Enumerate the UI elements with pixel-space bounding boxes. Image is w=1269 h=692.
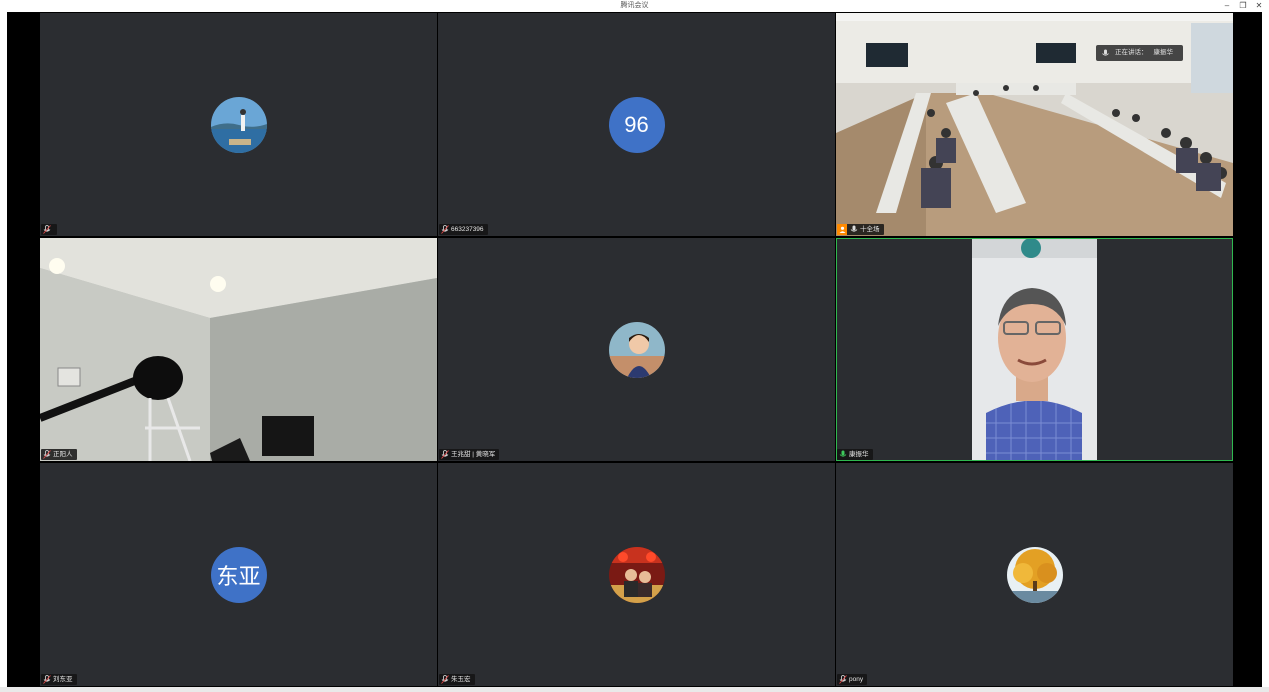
participant-avatar [608, 321, 665, 378]
participant-tile[interactable]: 朱玉宏 [438, 463, 835, 686]
participant-video-tile[interactable]: 正阳人 [40, 238, 437, 461]
participant-tile[interactable]: 东亚 刘东亚 [40, 463, 437, 686]
host-icon [837, 224, 847, 235]
mic-muted-icon [43, 450, 51, 459]
participant-video-tile[interactable]: 正在讲话： 康振华 十全场 [836, 13, 1233, 236]
mic-muted-icon [441, 675, 449, 684]
room-ceiling-video [40, 238, 437, 461]
participant-avatar [608, 546, 665, 603]
mic-muted-icon [441, 450, 449, 459]
participant-tile[interactable]: pony [836, 463, 1233, 686]
participant-name: 康振华 [849, 451, 869, 458]
window-title: 腾讯会议 [620, 2, 649, 9]
participant-nametag: 正阳人 [41, 449, 77, 460]
participant-nametag: pony [837, 674, 868, 685]
restore-button[interactable]: ❐ [1236, 0, 1250, 12]
child-photo-avatar-icon [608, 321, 665, 378]
participant-name: 王兆甜 | 黄晓军 [451, 451, 496, 458]
participant-name: 正阳人 [53, 451, 73, 458]
close-button[interactable]: ✕ [1252, 0, 1266, 12]
mic-muted-icon [43, 225, 51, 234]
participant-nametag [41, 224, 57, 235]
participant-video-tile-active[interactable]: 康振华 [836, 238, 1233, 461]
active-speaker-banner: 正在讲话： 康振华 [1096, 45, 1183, 61]
participant-avatar [1006, 546, 1063, 603]
participant-name: 刘东亚 [53, 676, 73, 683]
participant-tile[interactable] [40, 13, 437, 236]
mic-icon [850, 225, 858, 232]
participant-name: 663237396 [451, 226, 484, 233]
mic-muted-icon [43, 675, 51, 684]
mic-muted-icon [839, 675, 847, 684]
autumn-tree-avatar-icon [1006, 546, 1063, 603]
sea-photo-avatar-icon [210, 96, 267, 153]
participant-nametag: 康振华 [837, 449, 873, 460]
participant-name: 十全场 [860, 226, 880, 233]
speaker-video [836, 238, 1233, 461]
participant-nametag: 刘东亚 [41, 674, 77, 685]
participant-avatar [210, 96, 267, 153]
participant-tile[interactable]: 王兆甜 | 黄晓军 [438, 238, 835, 461]
speaking-name: 康振华 [1153, 49, 1174, 56]
festive-photo-avatar-icon [608, 546, 665, 603]
participant-nametag: 王兆甜 | 黄晓军 [439, 449, 500, 460]
window-bottom-edge [0, 687, 1269, 692]
participant-nametag: 663237396 [439, 224, 488, 235]
participant-nametag: 十全场 [837, 224, 884, 235]
video-grid: 96 663237396 正在讲话： 康振华 十全场 正阳人 王兆甜 | 黄晓军… [40, 13, 1233, 686]
speaking-label: 正在讲话： [1115, 49, 1148, 56]
participant-avatar: 东亚 [210, 546, 267, 603]
participant-nametag: 朱玉宏 [439, 674, 475, 685]
participant-avatar: 96 [608, 96, 665, 153]
meeting-stage: 96 663237396 正在讲话： 康振华 十全场 正阳人 王兆甜 | 黄晓军… [7, 12, 1262, 687]
title-bar: 腾讯会议 – ❐ ✕ [0, 0, 1269, 12]
participant-name: pony [849, 676, 864, 683]
mic-active-icon [839, 450, 847, 457]
mic-speaking-icon [1102, 49, 1109, 56]
mic-muted-icon [441, 225, 449, 234]
minimize-button[interactable]: – [1220, 0, 1234, 12]
participant-name: 朱玉宏 [451, 676, 471, 683]
participant-tile[interactable]: 96 663237396 [438, 13, 835, 236]
